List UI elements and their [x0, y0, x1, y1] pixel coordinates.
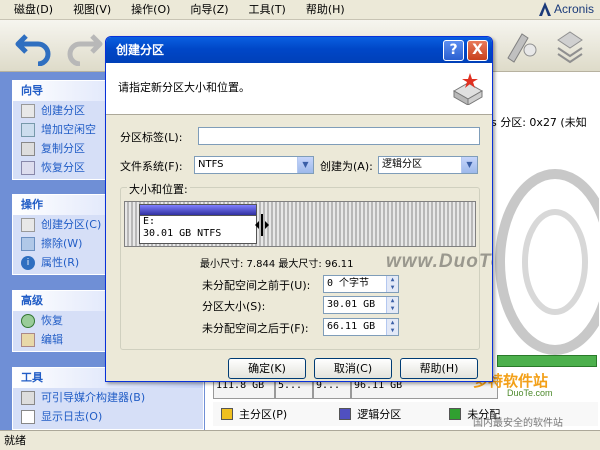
filesystem-label: 文件系统(F):	[120, 160, 183, 173]
menu-tools[interactable]: 工具(T)	[239, 0, 296, 20]
create-partition-dialog: 创建分区 ? X 请指定新分区大小和位置。 分区标签(L): 文件系统(F): …	[105, 36, 493, 382]
before-label: 未分配空间之前于(U):	[202, 279, 311, 292]
copy-disk-icon	[21, 141, 35, 156]
dialog-banner: 请指定新分区大小和位置。	[106, 63, 492, 115]
menu-disk[interactable]: 磁盘(D)	[4, 0, 63, 20]
partition-block[interactable]: E: 30.01 GB NTFS	[139, 204, 257, 244]
spin-down-icon[interactable]: ▼	[387, 305, 398, 313]
acronis-logo-icon	[538, 2, 551, 16]
create-as-value: 逻辑分区	[382, 159, 422, 170]
size-range-info: 最小尺寸: 7.844 最大尺寸: 96.11	[200, 259, 354, 270]
legend-label-logical: 逻辑分区	[357, 408, 402, 421]
partition-size-stepper[interactable]: 30.01 GB ▲ ▼	[323, 296, 399, 314]
spin-buttons[interactable]: ▲ ▼	[386, 297, 398, 313]
after-label: 未分配空间之后于(F):	[202, 322, 309, 335]
spin-up-icon[interactable]: ▲	[387, 297, 398, 305]
info-icon: i	[21, 255, 35, 270]
recover-icon	[21, 313, 35, 328]
legend-swatch-logical	[339, 408, 352, 420]
commit-icon[interactable]	[502, 26, 542, 66]
eraser-icon	[21, 236, 35, 251]
partition-label-input[interactable]	[198, 127, 480, 145]
acronis-logo: Acronis	[538, 2, 594, 16]
legend-swatch-primary	[221, 408, 233, 420]
dialog-instruction: 请指定新分区大小和位置。	[118, 81, 250, 94]
item-label: 恢复	[41, 314, 63, 327]
logo-text: Acronis	[553, 2, 594, 16]
menu-view[interactable]: 视图(V)	[63, 0, 121, 20]
item-label: 创建分区	[41, 104, 85, 117]
disk-artwork	[495, 169, 599, 355]
undo-icon[interactable]	[14, 26, 54, 66]
partition-hint: s 分区: 0x27 (未知	[491, 116, 587, 129]
partition-info: 30.01 GB NTFS	[143, 228, 222, 239]
status-text: 就绪	[4, 434, 26, 447]
unallocated-bar[interactable]	[497, 355, 597, 367]
recover-disk-icon	[21, 160, 35, 175]
partition-color-strip	[140, 205, 256, 216]
spin-buttons[interactable]: ▲ ▼	[386, 276, 398, 292]
item-label: 可引导媒介构建器(B)	[41, 391, 146, 404]
label-field-label: 分区标签(L):	[120, 131, 183, 144]
media-builder-icon	[21, 390, 35, 405]
before-value: 0 个字节	[327, 278, 370, 289]
create-as-label: 创建为(A):	[320, 160, 373, 173]
sidebar-item-bootable-media[interactable]: 可引导媒介构建器(B)	[13, 388, 203, 407]
item-label: 复制分区	[41, 142, 85, 155]
chevron-down-icon: ▼	[297, 157, 313, 173]
partition-map: E: 30.01 GB NTFS	[124, 201, 476, 247]
after-space-stepper[interactable]: 66.11 GB ▲ ▼	[323, 318, 399, 336]
watermark-right-sub: 国内最安全的软件站	[473, 418, 563, 429]
disk-plus-icon	[21, 122, 35, 137]
item-label: 显示日志(O)	[41, 410, 103, 423]
log-icon	[21, 409, 35, 424]
new-partition-icon	[452, 73, 484, 105]
legend-label-primary: 主分区(P)	[239, 408, 288, 421]
ok-button[interactable]: 确定(K)	[228, 358, 306, 379]
spin-up-icon[interactable]: ▲	[387, 276, 398, 284]
chevron-down-icon: ▼	[461, 157, 477, 173]
help-button[interactable]: 帮助(H)	[400, 358, 478, 379]
filesystem-select[interactable]: NTFS ▼	[194, 156, 314, 174]
partition-icon	[21, 103, 35, 118]
menu-wizard[interactable]: 向导(Z)	[180, 0, 238, 20]
after-value: 66.11 GB	[327, 321, 376, 332]
spin-down-icon[interactable]: ▼	[387, 284, 398, 292]
group-title: 大小和位置:	[127, 181, 190, 197]
legend-swatch-unallocated	[449, 408, 462, 420]
before-space-stepper[interactable]: 0 个字节 ▲ ▼	[323, 275, 399, 293]
app-window: 磁盘(D) 视图(V) 操作(O) 向导(Z) 工具(T) 帮助(H) Acro…	[0, 0, 600, 450]
redo-icon[interactable]	[64, 26, 104, 66]
dialog-titlebar: 创建分区 ? X	[106, 37, 492, 63]
sidebar-item-show-log[interactable]: 显示日志(O)	[13, 407, 203, 426]
menu-operation[interactable]: 操作(O)	[121, 0, 180, 20]
spin-down-icon[interactable]: ▼	[387, 327, 398, 335]
resize-handle-icon[interactable]	[255, 214, 269, 236]
item-label: 编辑	[41, 333, 63, 346]
watermark-center: www.DuoTe.com	[386, 251, 492, 272]
create-as-select[interactable]: 逻辑分区 ▼	[378, 156, 478, 174]
discard-icon[interactable]	[550, 26, 590, 66]
help-title-button[interactable]: ?	[443, 40, 464, 61]
spin-buttons[interactable]: ▲ ▼	[386, 319, 398, 335]
item-label: 创建分区(C)	[41, 218, 102, 231]
status-bar: 就绪	[0, 430, 600, 450]
menu-help[interactable]: 帮助(H)	[296, 0, 355, 20]
dialog-title: 创建分区	[116, 43, 165, 57]
item-label: 恢复分区	[41, 161, 85, 174]
item-label: 擦除(W)	[41, 237, 83, 250]
partition-icon	[21, 217, 35, 232]
size-label: 分区大小(S):	[202, 300, 266, 313]
partition-drive: E:	[143, 216, 156, 227]
item-label: 属性(R)	[41, 256, 80, 269]
menu-bar: 磁盘(D) 视图(V) 操作(O) 向导(Z) 工具(T) 帮助(H) Acro…	[0, 0, 600, 20]
watermark-right-url: DuoTe.com	[507, 388, 553, 398]
size-value: 30.01 GB	[327, 299, 376, 310]
item-label: 增加空闲空	[41, 123, 96, 136]
close-button[interactable]: X	[467, 40, 488, 61]
cancel-button[interactable]: 取消(C)	[314, 358, 392, 379]
spin-up-icon[interactable]: ▲	[387, 319, 398, 327]
edit-icon	[21, 332, 35, 347]
filesystem-value: NTFS	[198, 159, 224, 170]
